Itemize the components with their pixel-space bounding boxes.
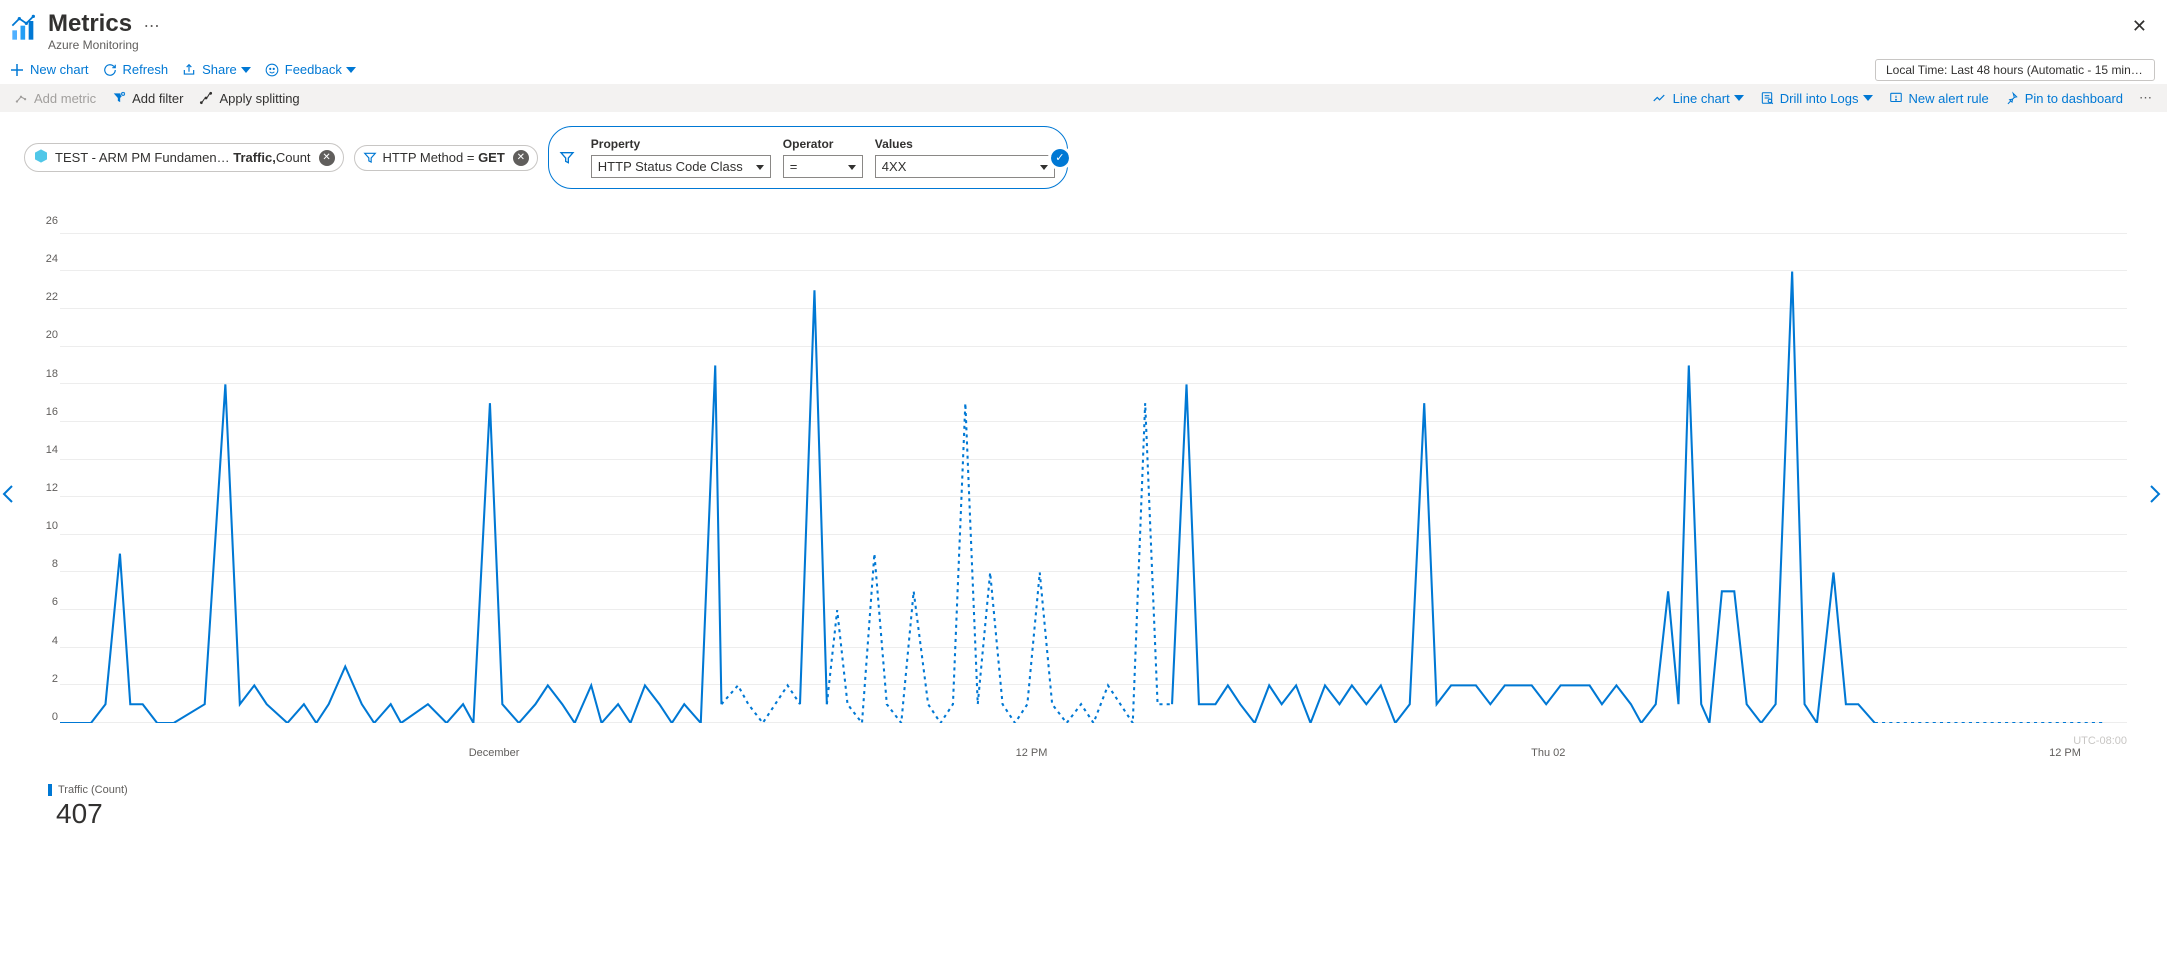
filter-chip-http-method[interactable]: HTTP Method = GET ✕ [354, 145, 538, 171]
legend-series-label: Traffic (Count) [48, 784, 128, 796]
pin-to-dashboard-button[interactable]: Pin to dashboard [2005, 91, 2123, 106]
chart-type-dropdown[interactable]: Line chart [1651, 91, 1744, 106]
chevron-down-icon [346, 67, 356, 73]
y-axis: 26242220181614121086420 [38, 215, 58, 723]
chevron-down-icon [1734, 95, 1744, 101]
page-header: Metrics ⋯ Azure Monitoring ✕ [0, 0, 2167, 56]
share-button[interactable]: Share [182, 62, 251, 77]
chevron-down-icon [1863, 95, 1873, 101]
filter-builder: Property HTTP Status Code Class Operator… [548, 126, 1068, 189]
legend-summary-value: 407 [56, 798, 2167, 830]
metric-chip[interactable]: TEST - ARM PM Fundamen… Traffic, Count ✕ [24, 143, 344, 172]
new-alert-rule-button[interactable]: New alert rule [1889, 91, 1989, 106]
resource-icon [33, 148, 49, 167]
refresh-button[interactable]: Refresh [103, 62, 169, 77]
utc-offset-label: UTC-08:00 [2073, 735, 2127, 747]
line-chart [60, 215, 2127, 723]
values-select[interactable]: 4XX [875, 155, 1055, 178]
chevron-down-icon [241, 67, 251, 73]
close-icon[interactable]: ✕ [2132, 16, 2147, 37]
add-metric-button[interactable]: Add metric [14, 91, 96, 106]
drill-into-logs-button[interactable]: Drill into Logs [1760, 91, 1873, 106]
chart-area: 26242220181614121086420 December12 PMThu… [60, 215, 2127, 775]
next-chart-button[interactable] [2149, 484, 2161, 510]
property-label: Property [591, 137, 771, 151]
prev-chart-button[interactable] [2, 484, 14, 510]
values-label: Values [875, 137, 1055, 151]
filter-chips-row: TEST - ARM PM Fundamen… Traffic, Count ✕… [0, 112, 2167, 195]
chart-legend: Traffic (Count) 407 [48, 781, 2167, 830]
chart-toolbar: Add metric Add filter Apply splitting Li… [0, 84, 2167, 112]
feedback-button[interactable]: Feedback [265, 62, 356, 77]
main-toolbar: New chart Refresh Share Feedback Local T… [0, 56, 2167, 84]
more-icon[interactable]: ⋯ [2139, 90, 2153, 106]
apply-filter-button[interactable]: ✓ [1051, 149, 1069, 167]
page-title: Metrics [48, 10, 132, 38]
operator-select[interactable]: = [783, 155, 863, 178]
new-chart-button[interactable]: New chart [10, 62, 89, 77]
metrics-icon [10, 10, 48, 45]
operator-label: Operator [783, 137, 863, 151]
page-subtitle: Azure Monitoring [48, 38, 2157, 52]
remove-chip-icon[interactable]: ✕ [513, 150, 529, 166]
title-more-icon[interactable]: ⋯ [144, 16, 161, 36]
remove-chip-icon[interactable]: ✕ [319, 150, 335, 166]
filter-icon [559, 137, 575, 178]
property-select[interactable]: HTTP Status Code Class [591, 155, 771, 178]
time-range-picker[interactable]: Local Time: Last 48 hours (Automatic - 1… [1875, 59, 2155, 81]
add-filter-button[interactable]: Add filter [112, 91, 183, 106]
apply-splitting-button[interactable]: Apply splitting [199, 91, 299, 106]
